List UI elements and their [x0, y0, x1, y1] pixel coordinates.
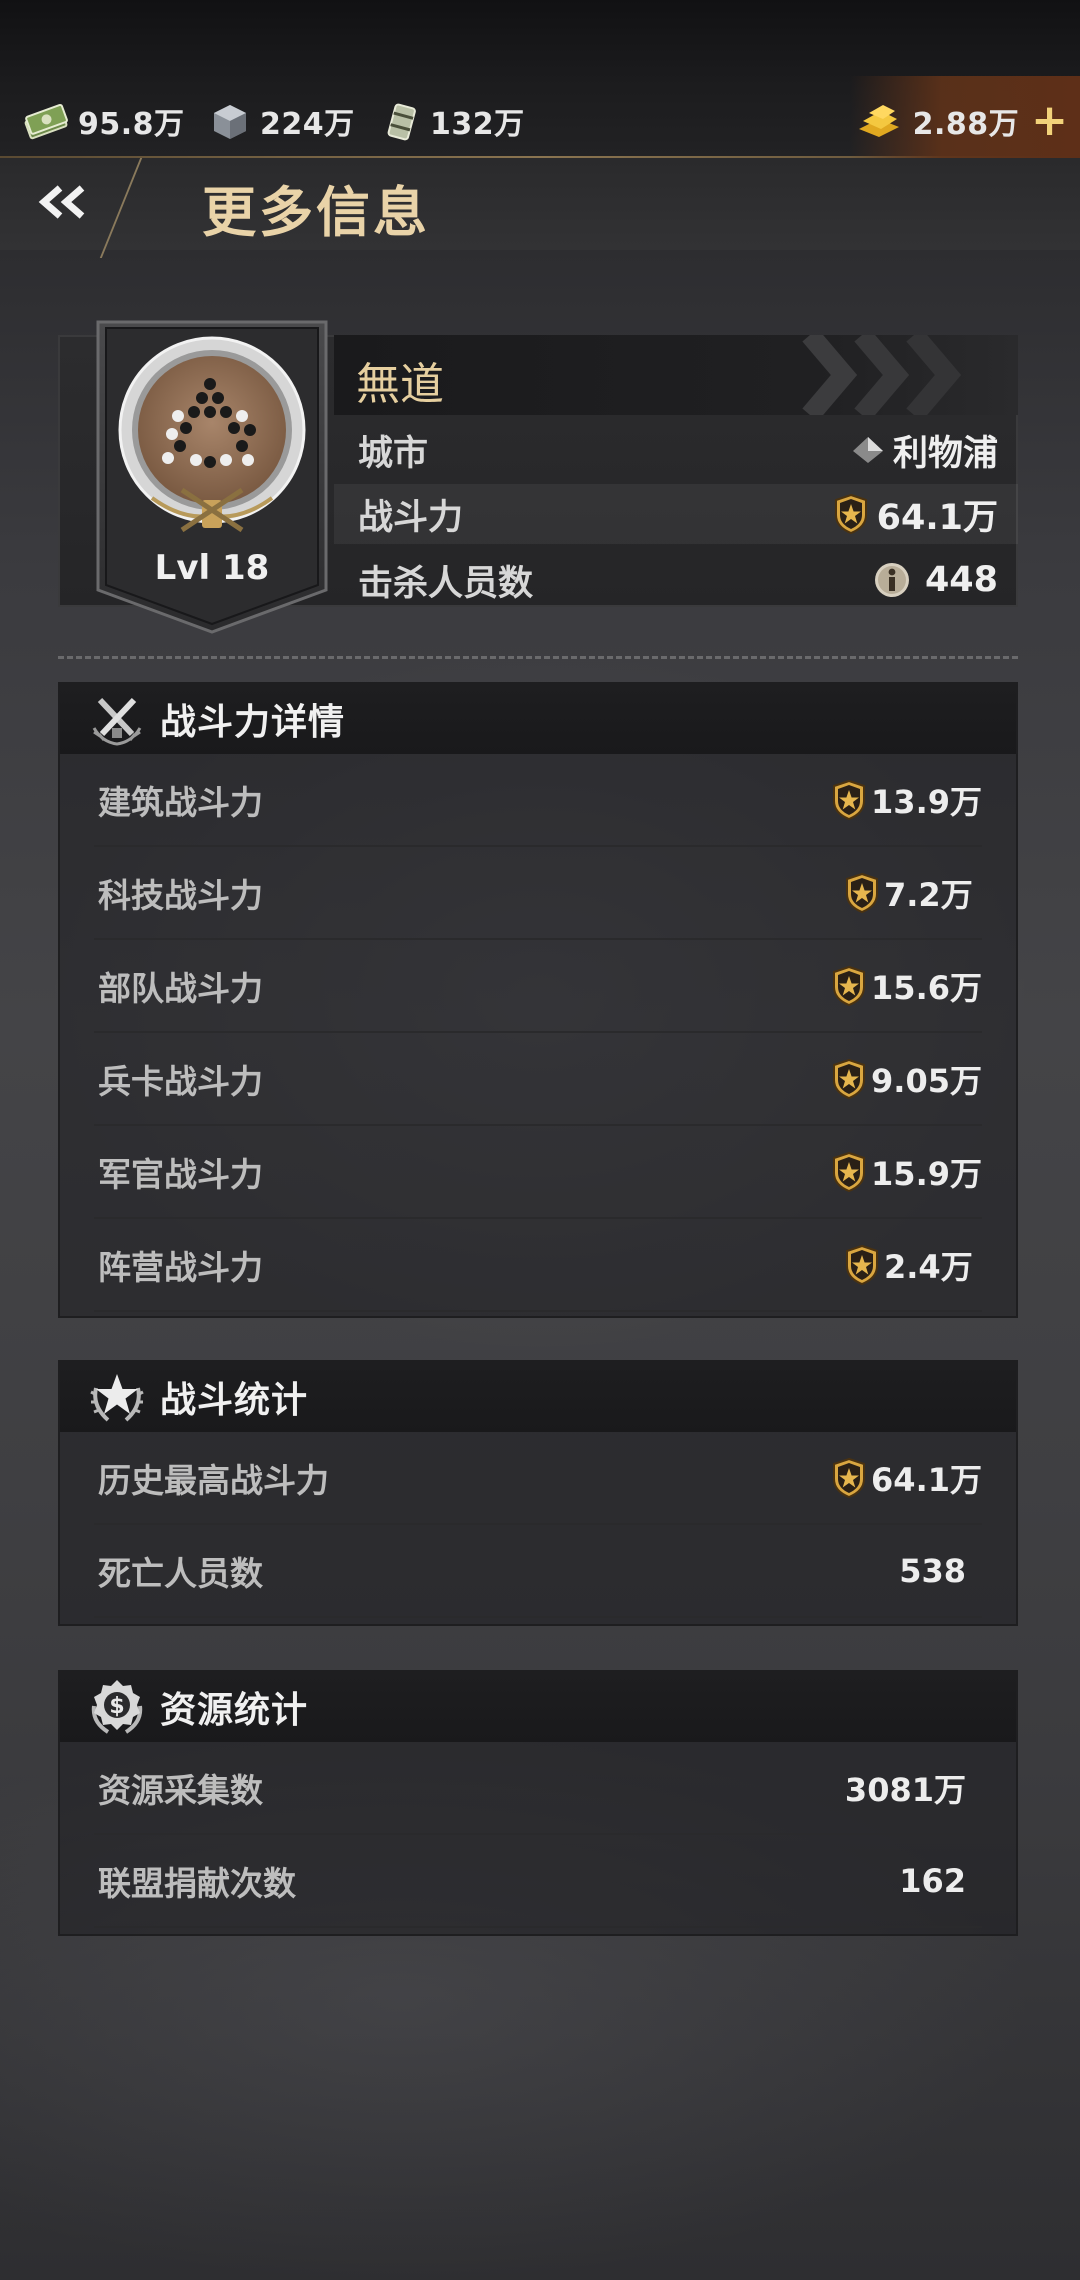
stat-value-wrap: 15.6万 — [831, 963, 982, 1009]
power-shield-icon — [833, 1151, 866, 1192]
battle-stats-panel: 战斗统计 历史最高战斗力 64.1万死亡人员数 538 — [58, 1360, 1018, 1626]
stat-label: 兵卡战斗力 — [98, 1061, 263, 1101]
oil-resource[interactable]: 132万 — [384, 98, 525, 144]
stat-value-wrap: 13.9万 — [831, 777, 982, 823]
stat-row: 联盟捐献次数 162 — [94, 1835, 982, 1928]
stat-value-wrap: 7.2万 — [844, 870, 982, 916]
stat-value: 64.1万 — [871, 1460, 982, 1499]
stat-value: 9.05万 — [871, 1061, 982, 1100]
stat-row: 阵营战斗力 2.4万 — [94, 1219, 982, 1312]
stat-row: 军官战斗力 15.9万 — [94, 1126, 982, 1219]
resource-stats-title: 资源统计 — [160, 1690, 309, 1731]
laurel-star-icon — [90, 1374, 144, 1422]
player-name: 無道 — [356, 359, 444, 410]
power-details-header: 战斗力详情 — [60, 684, 1016, 754]
stat-value: 2.4万 — [884, 1247, 973, 1286]
stat-value-wrap: 9.05万 — [831, 1056, 982, 1102]
stat-value-wrap: 3081万 — [845, 1765, 966, 1811]
stat-label: 死亡人员数 — [98, 1553, 263, 1593]
power-value: 64.1万 — [876, 497, 998, 538]
power-shield-icon — [833, 1058, 866, 1099]
stat-value: 13.9万 — [871, 782, 982, 821]
steel-value: 224万 — [260, 107, 355, 142]
power-details-title: 战斗力详情 — [160, 702, 346, 743]
stat-value-wrap: 15.9万 — [831, 1149, 982, 1195]
stat-value: 15.9万 — [871, 1154, 982, 1193]
add-gold-button[interactable]: + — [1031, 99, 1068, 143]
city-row: 城市 利物浦 — [334, 420, 1018, 480]
kills-value: 448 — [924, 560, 998, 600]
crossed-knives-icon — [92, 697, 142, 746]
stat-value-wrap: 162 — [899, 1862, 966, 1900]
kills-row: 击杀人员数 448 — [334, 550, 1018, 610]
svg-text:$: $ — [109, 1694, 124, 1719]
oil-value: 132万 — [430, 107, 525, 142]
page-title: 更多信息 — [202, 181, 430, 244]
stat-row: 科技战斗力 7.2万 — [94, 847, 982, 940]
stat-row: 历史最高战斗力 64.1万 — [94, 1432, 982, 1525]
gold-resource[interactable]: 2.88万 + — [855, 98, 1068, 144]
power-details-panel: 战斗力详情 建筑战斗力 13.9万科技战斗力 7.2万部队战斗力 15.6万兵卡战斗力… — [58, 682, 1018, 1318]
power-shield-icon — [833, 779, 866, 820]
city-value: 利物浦 — [892, 433, 998, 474]
info-icon[interactable] — [873, 561, 911, 599]
stat-row: 死亡人员数 538 — [94, 1525, 982, 1618]
cash-value: 95.8万 — [78, 107, 185, 142]
oil-barrel-icon — [387, 103, 416, 141]
resource-stats-header: $ 资源统计 — [60, 1672, 1016, 1742]
stat-value-wrap: 2.4万 — [844, 1242, 982, 1288]
stat-row: 部队战斗力 15.6万 — [94, 940, 982, 1033]
gold-value: 2.88万 — [912, 107, 1020, 142]
stat-value: 162 — [899, 1861, 966, 1900]
power-shield-icon — [833, 1457, 866, 1498]
stat-label: 历史最高战斗力 — [98, 1460, 329, 1500]
gold-bars-icon — [858, 105, 899, 137]
steel-icon — [214, 105, 246, 139]
kills-label: 击杀人员数 — [358, 563, 534, 604]
steel-resource[interactable]: 224万 — [210, 98, 355, 144]
stat-row: 兵卡战斗力 9.05万 — [94, 1033, 982, 1126]
header-bar — [0, 158, 1080, 250]
chevron-decor-icon — [802, 335, 962, 415]
power-shield-icon — [834, 493, 867, 535]
stat-row: 建筑战斗力 13.9万 — [94, 754, 982, 847]
stat-label: 建筑战斗力 — [98, 782, 263, 822]
stat-value: 538 — [899, 1551, 966, 1590]
power-shield-icon — [833, 965, 866, 1006]
stat-value-wrap: 538 — [899, 1552, 966, 1590]
stat-label: 部队战斗力 — [98, 968, 263, 1008]
power-shield-icon — [846, 1244, 878, 1285]
dollar-badge-icon: $ — [91, 1680, 143, 1734]
city-label: 城市 — [358, 433, 429, 474]
resource-stats-panel: $ 资源统计 资源采集数 3081万联盟捐献次数 162 — [58, 1670, 1018, 1936]
stat-row: 资源采集数 3081万 — [94, 1742, 982, 1835]
stat-label: 科技战斗力 — [98, 875, 263, 915]
stat-value-wrap: 64.1万 — [831, 1455, 982, 1501]
battle-stats-header: 战斗统计 — [60, 1362, 1016, 1432]
player-level: Lvl 18 — [154, 548, 270, 588]
battle-stats-title: 战斗统计 — [160, 1380, 309, 1421]
stat-value: 15.6万 — [871, 968, 982, 1007]
cash-icon — [24, 103, 68, 140]
cash-resource[interactable]: 95.8万 — [22, 98, 185, 144]
power-row: 战斗力 64.1万 — [334, 484, 1018, 544]
stat-label: 联盟捐献次数 — [98, 1863, 296, 1903]
stat-label: 军官战斗力 — [98, 1154, 263, 1194]
dashed-divider — [58, 656, 1018, 659]
stat-value: 3081万 — [844, 1770, 966, 1809]
city-pin-icon — [852, 437, 883, 463]
power-label: 战斗力 — [358, 497, 464, 538]
power-shield-icon — [846, 872, 878, 913]
stat-value: 7.2万 — [884, 875, 973, 914]
stat-label: 资源采集数 — [98, 1770, 263, 1810]
stat-label: 阵营战斗力 — [98, 1247, 263, 1287]
